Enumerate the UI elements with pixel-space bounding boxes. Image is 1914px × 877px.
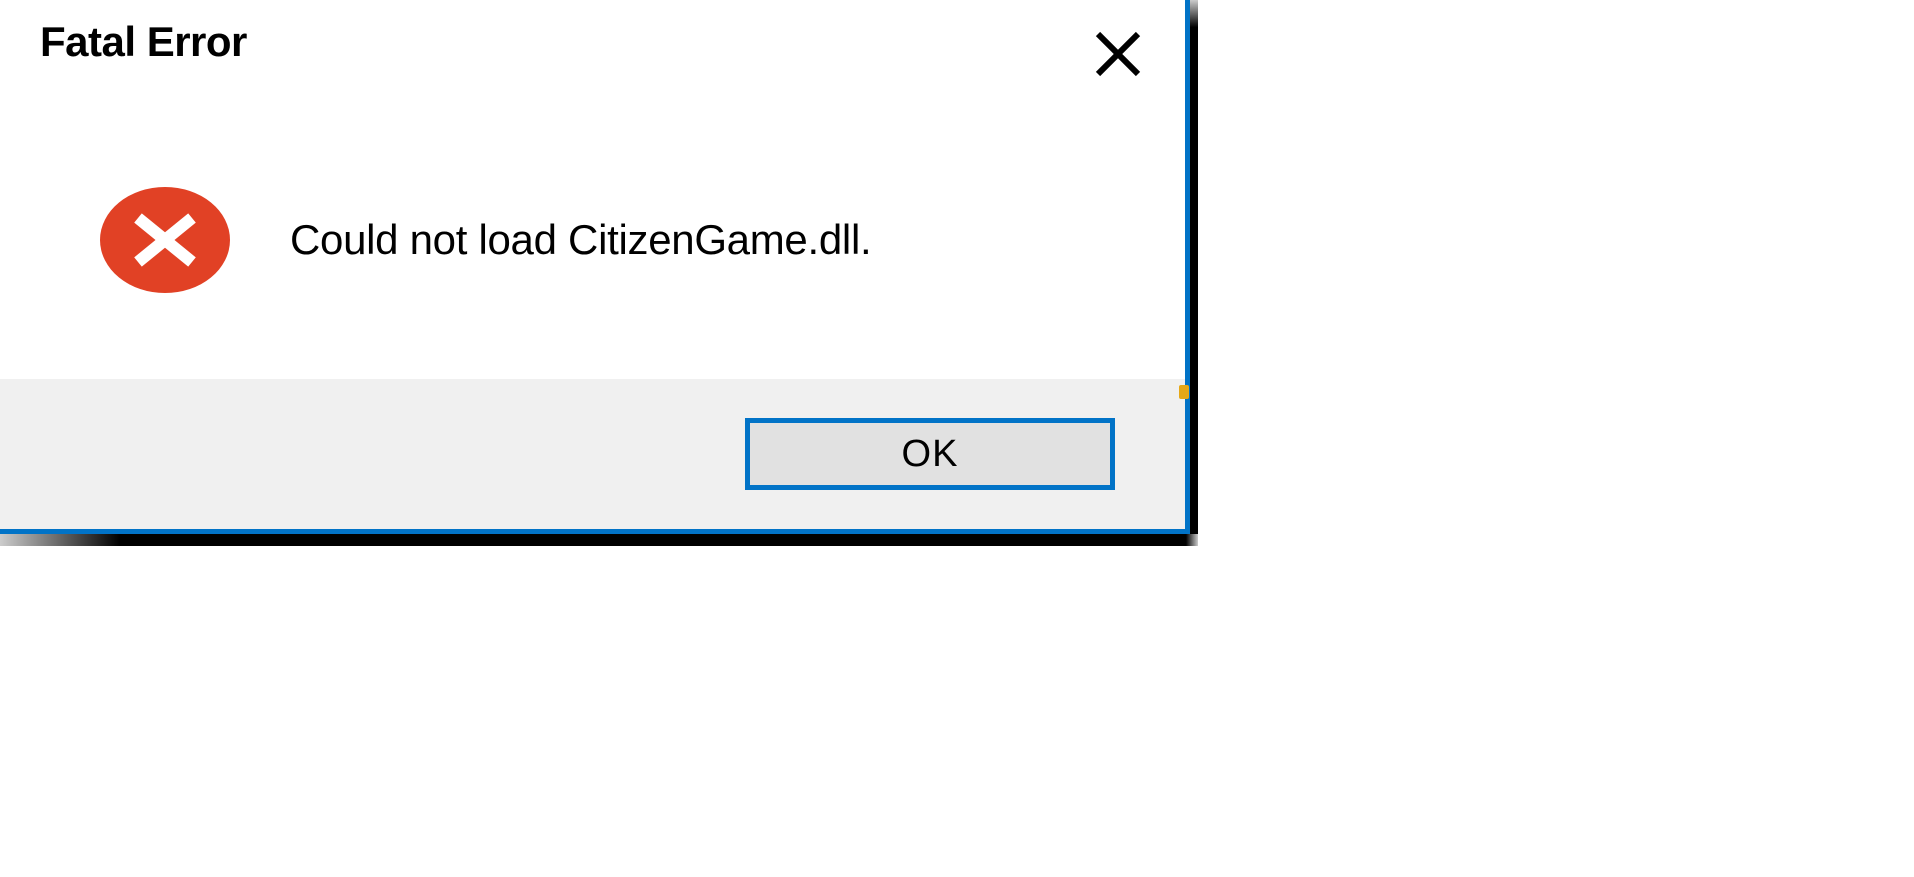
error-message: Could not load CitizenGame.dll. (290, 216, 871, 264)
shadow-decoration (0, 534, 1198, 546)
content-area: Could not load CitizenGame.dll. (0, 100, 1185, 379)
titlebar: Fatal Error (0, 0, 1185, 100)
ok-button[interactable]: OK (745, 418, 1115, 490)
button-bar: OK (0, 379, 1185, 529)
dialog-container: Fatal Error Could not load CitizenGame.d… (0, 0, 1198, 546)
error-dialog: Fatal Error Could not load CitizenGame.d… (0, 0, 1190, 534)
close-icon (1094, 30, 1142, 78)
dialog-title: Fatal Error (40, 18, 247, 66)
error-x-icon (130, 210, 200, 270)
close-button[interactable] (1090, 26, 1145, 81)
accent-decoration (1179, 385, 1189, 399)
error-icon (100, 187, 230, 293)
shadow-decoration (1190, 0, 1198, 546)
error-icon-circle (100, 187, 230, 293)
